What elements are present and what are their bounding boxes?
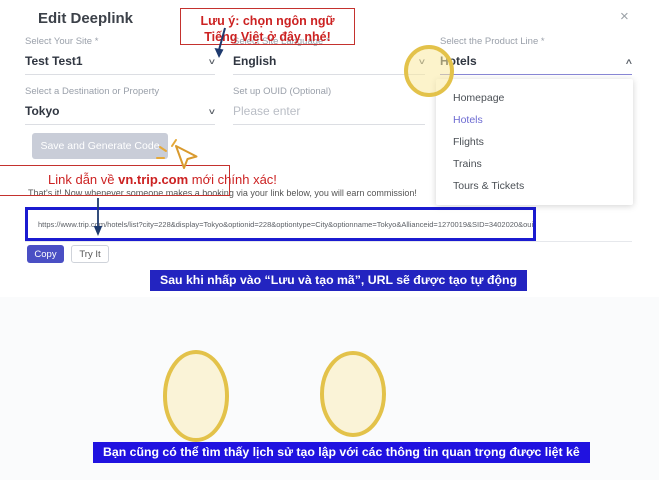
page: Edit Deeplink × Select Your Site * Test … (0, 0, 659, 480)
dropdown-option-trains[interactable]: Trains (436, 153, 633, 175)
link-note-post: mới chính xác! (188, 172, 277, 187)
save-and-generate-code-button[interactable]: Save and Generate Code (32, 133, 168, 159)
dropdown-option-homepage[interactable]: Homepage (436, 87, 633, 109)
select-site-language-value: English (233, 54, 276, 68)
ouid-label: Set up OUID (Optional) (233, 86, 425, 97)
chevron-up-icon: ∧ (625, 57, 634, 66)
annotation-language-note: Lưu ý: chọn ngôn ngữ Tiếng Việt ở đây nh… (180, 8, 355, 45)
select-destination-label: Select a Destination or Property (25, 86, 215, 97)
try-it-button[interactable]: Try It (71, 245, 109, 263)
language-note-line2: Tiếng Việt ở đây nhé! (181, 29, 354, 45)
dropdown-option-flights[interactable]: Flights (436, 131, 633, 153)
annotation-history-banner: Bạn cũng có thể tìm thấy lịch sử tạo lập… (93, 442, 590, 463)
annotation-url-banner: Sau khi nhấp vào “Lưu và tạo mã”, URL sẽ… (150, 270, 527, 291)
ouid-field[interactable]: Set up OUID (Optional) Please enter (233, 86, 425, 125)
select-your-site-value: Test Test1 (25, 54, 83, 68)
dropdown-option-hotels[interactable]: Hotels (436, 109, 633, 131)
select-product-line-value: Hotels (440, 54, 477, 68)
dropdown-option-tours-tickets[interactable]: Tours & Tickets (436, 175, 633, 197)
select-destination-value: Tokyo (25, 104, 59, 118)
link-note-pre: Link dẫn về (48, 172, 118, 187)
dialog-title: Edit Deeplink (38, 10, 133, 27)
product-line-dropdown: Homepage Hotels Flights Trains Tours & T… (436, 79, 633, 205)
chevron-down-icon: ∨ (208, 107, 217, 116)
chevron-down-icon: ∨ (208, 57, 217, 66)
annotation-link-note-text: Link dẫn về vn.trip.com mới chính xác! (48, 172, 277, 187)
deeplink-url-text[interactable]: https://www.trip.com/hotels/list?city=22… (28, 220, 533, 229)
url-highlight-box: https://www.trip.com/hotels/list?city=22… (25, 207, 536, 241)
chevron-down-icon: ∨ (418, 57, 427, 66)
language-note-line1: Lưu ý: chọn ngôn ngữ (181, 13, 354, 29)
select-destination-field[interactable]: Select a Destination or Property Tokyo ∨ (25, 86, 215, 125)
select-product-line-field[interactable]: Select the Product Line * Hotels ∧ (440, 36, 632, 75)
ouid-placeholder: Please enter (233, 104, 300, 118)
select-product-line-label: Select the Product Line * (440, 36, 632, 47)
close-icon[interactable]: × (620, 8, 629, 25)
copy-button[interactable]: Copy (27, 245, 64, 263)
link-note-domain: vn.trip.com (118, 172, 188, 187)
